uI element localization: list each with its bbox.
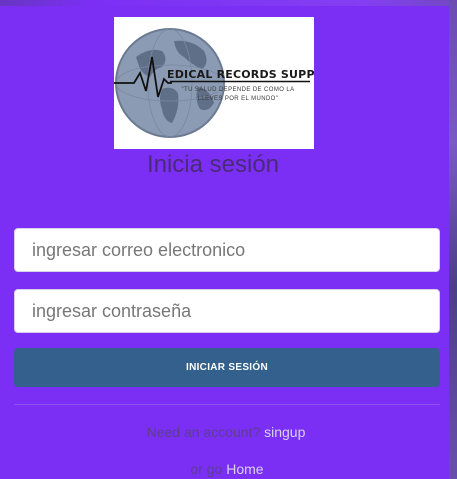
password-field[interactable] [14, 289, 440, 333]
globe-logo-icon [114, 28, 310, 138]
login-button[interactable]: INICIAR SESIÓN [14, 348, 440, 387]
logo-tagline: "TU SALUD DEPENDE DE COMO LA LLEVES POR … [181, 87, 295, 102]
window-right-edge [449, 0, 457, 479]
logo-brand-text: EDICAL RECORDS SUPPORT [167, 68, 314, 81]
window-top-edge [0, 0, 457, 6]
signup-link[interactable]: singup [264, 424, 305, 440]
signup-prompt: Need an account? singup [0, 424, 452, 440]
home-link[interactable]: Home [226, 461, 263, 477]
divider [14, 404, 440, 405]
or-go-text: or go [190, 461, 223, 477]
email-field[interactable] [14, 228, 440, 272]
logo: EDICAL RECORDS SUPPORT "TU SALUD DEPENDE… [114, 17, 314, 149]
need-account-text: Need an account? [146, 424, 261, 440]
home-prompt: or go Home [12, 461, 442, 477]
page-title: Inicia sesión [146, 151, 280, 178]
